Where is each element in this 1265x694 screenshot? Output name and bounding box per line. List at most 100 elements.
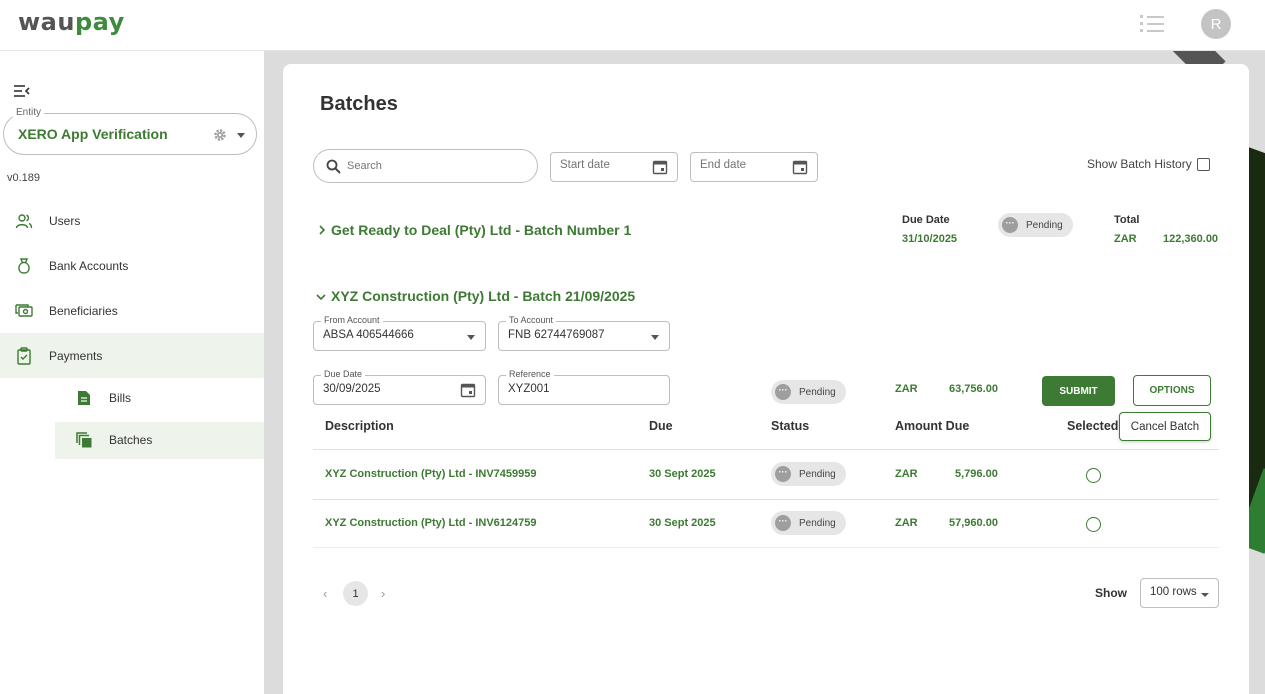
sidebar-item-beneficiaries[interactable]: Beneficiaries <box>0 288 264 333</box>
row-amount: 57,960.00 <box>949 517 998 529</box>
search-box[interactable] <box>313 149 538 183</box>
rows-per-page-select[interactable]: 100 rows <box>1140 578 1219 608</box>
sidebar-subitem-batches[interactable]: Batches <box>55 422 264 459</box>
page-number-button[interactable]: 1 <box>343 581 368 606</box>
calendar-icon[interactable] <box>792 159 808 175</box>
row-currency: ZAR <box>895 517 918 529</box>
waupay-logo[interactable]: waupay <box>18 8 125 36</box>
due-date-label: Due Date <box>321 369 366 379</box>
row-due: 30 Sept 2025 <box>649 517 716 529</box>
total-value: 122,360.00 <box>1163 233 1219 245</box>
entity-select[interactable]: Entity XERO App Verification <box>3 107 257 155</box>
row-description[interactable]: XYZ Construction (Pty) Ltd - INV7459959 <box>325 468 536 480</box>
chevron-right-icon[interactable] <box>317 225 327 235</box>
to-account-value: FNB 62744769087 <box>508 329 605 341</box>
cash-icon <box>15 303 33 317</box>
page-title: Batches <box>320 93 398 115</box>
end-date-input[interactable] <box>700 159 790 171</box>
divider <box>313 499 1219 500</box>
collapse-menu-icon[interactable] <box>14 84 30 98</box>
show-rows-label: Show <box>1095 586 1127 600</box>
status-text: Pending <box>799 386 836 398</box>
calendar-icon[interactable] <box>652 159 668 175</box>
from-account-label: From Account <box>321 315 383 325</box>
batch-amount: 63,756.00 <box>949 383 998 395</box>
next-page-button[interactable]: › <box>381 586 385 601</box>
chevron-down-icon <box>651 335 659 340</box>
column-header-due: Due <box>649 419 673 433</box>
version-label: v0.189 <box>7 172 41 184</box>
sidebar-item-payments[interactable]: Payments <box>0 333 264 378</box>
total-label: Total <box>1114 214 1140 226</box>
users-icon <box>15 213 33 228</box>
from-account-select[interactable]: From Account ABSA 406544666 <box>313 315 486 351</box>
sidebar-subitem-label: Bills <box>109 391 132 405</box>
sidebar-item-label: Beneficiaries <box>49 303 118 318</box>
start-date-field[interactable] <box>550 152 678 182</box>
currency-label: ZAR <box>895 383 918 395</box>
to-account-label: To Account <box>506 315 557 325</box>
divider <box>313 547 1219 548</box>
cancel-batch-menu-item[interactable]: Cancel Batch <box>1119 412 1211 441</box>
gear-icon[interactable] <box>212 127 228 143</box>
row-currency: ZAR <box>895 468 918 480</box>
submit-button[interactable]: SUBMIT <box>1042 376 1115 406</box>
reference-field[interactable]: Reference XYZ001 <box>498 369 670 405</box>
rows-per-page-value: 100 rows <box>1150 586 1197 598</box>
entity-label: Entity <box>13 107 45 118</box>
batch-title[interactable]: Get Ready to Deal (Pty) Ltd - Batch Numb… <box>331 222 631 238</box>
row-due: 30 Sept 2025 <box>649 468 716 480</box>
previous-page-button[interactable]: ‹ <box>323 586 327 601</box>
column-header-status: Status <box>771 419 810 433</box>
column-header-selected: Selected <box>1067 419 1119 433</box>
start-date-input[interactable] <box>560 159 650 171</box>
batch-title[interactable]: XYZ Construction (Pty) Ltd - Batch 21/09… <box>331 288 635 304</box>
status-badge: ··· Pending <box>771 462 846 486</box>
status-text: Pending <box>799 468 836 480</box>
document-icon <box>78 391 90 405</box>
row-description[interactable]: XYZ Construction (Pty) Ltd - INV6124759 <box>325 517 536 529</box>
search-input[interactable] <box>347 157 527 175</box>
logo-text-wau: wau <box>18 8 75 36</box>
top-bar: waupay R <box>0 0 1265 51</box>
more-icon: ··· <box>775 515 791 531</box>
numbered-list-icon[interactable] <box>1140 14 1164 34</box>
batches-card: Batches Show Batch History Get Ready to … <box>283 64 1249 694</box>
row-amount: 5,796.00 <box>955 468 998 480</box>
logo-text-pay: pay <box>74 8 125 36</box>
entity-name: XERO App Verification <box>18 126 168 142</box>
select-radio[interactable] <box>1086 468 1101 483</box>
avatar[interactable]: R <box>1201 9 1231 39</box>
sidebar-item-bank-accounts[interactable]: Bank Accounts <box>0 243 264 288</box>
end-date-field[interactable] <box>690 152 818 182</box>
due-date-value: 31/10/2025 <box>902 233 958 245</box>
due-date-value: 30/09/2025 <box>323 383 381 395</box>
search-icon <box>326 159 341 174</box>
status-badge: ··· Pending <box>998 213 1073 237</box>
chevron-down-icon[interactable] <box>237 133 245 138</box>
sidebar-subitem-bills[interactable]: Bills <box>55 380 264 417</box>
column-header-description: Description <box>325 419 394 433</box>
chevron-down-icon[interactable] <box>316 292 326 302</box>
reference-label: Reference <box>506 369 554 379</box>
sidebar: Entity XERO App Verification v0.189 User… <box>0 51 264 694</box>
money-bag-icon <box>18 257 30 274</box>
show-batch-history-checkbox[interactable] <box>1197 158 1210 171</box>
status-text: Pending <box>1026 219 1063 231</box>
status-badge: ··· Pending <box>771 511 846 535</box>
calendar-icon[interactable] <box>460 382 476 398</box>
sidebar-subitem-label: Batches <box>109 433 153 447</box>
from-account-value: ABSA 406544666 <box>323 329 414 341</box>
status-text: Pending <box>799 517 836 529</box>
chevron-down-icon <box>467 335 475 340</box>
currency-label: ZAR <box>1114 233 1137 245</box>
to-account-select[interactable]: To Account FNB 62744769087 <box>498 315 670 351</box>
more-icon: ··· <box>1002 217 1018 233</box>
chevron-down-icon <box>1201 593 1209 597</box>
due-date-field[interactable]: Due Date 30/09/2025 <box>313 369 486 405</box>
options-button[interactable]: OPTIONS <box>1133 375 1211 406</box>
sidebar-item-users[interactable]: Users <box>0 198 264 243</box>
sidebar-item-label: Payments <box>49 348 103 363</box>
column-header-amount-due: Amount Due <box>895 419 970 433</box>
select-radio[interactable] <box>1086 517 1101 532</box>
